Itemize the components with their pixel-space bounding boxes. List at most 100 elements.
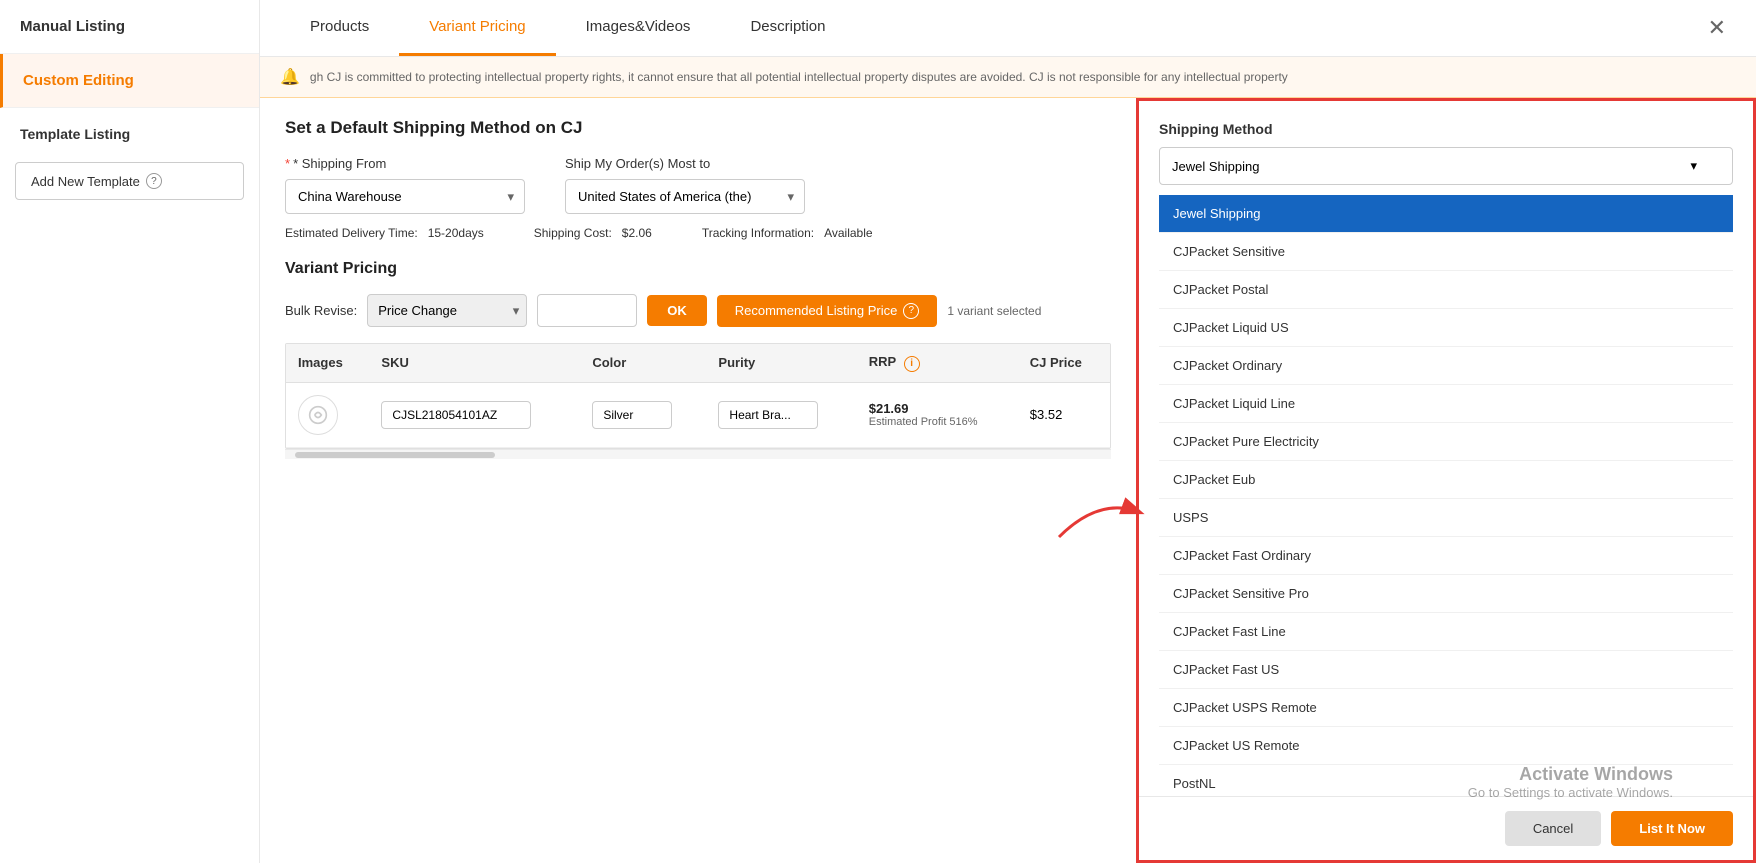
sidebar-item-custom-editing[interactable]: Custom Editing [0, 54, 259, 108]
variant-pricing-title: Variant Pricing [285, 260, 1111, 278]
help-icon: ? [146, 173, 162, 189]
rrp-info-icon: i [904, 356, 920, 372]
shipping-info-row: Estimated Delivery Time: 15-20days Shipp… [285, 226, 1111, 240]
tab-description[interactable]: Description [720, 0, 855, 56]
profit-text: Estimated Profit 516% [869, 416, 1006, 428]
price-change-dropdown-wrapper: Price Change ▾ [367, 294, 527, 327]
bulk-revise-row: Bulk Revise: Price Change ▾ OK Recommend… [285, 294, 1111, 327]
shipping-method-dropdown-list: Jewel ShippingCJPacket SensitiveCJPacket… [1159, 195, 1733, 796]
ship-to-value: United States of America (the) [578, 189, 751, 204]
shipping-from-label: ** Shipping From [285, 156, 525, 171]
dropdown-item-cjpacket_eub[interactable]: CJPacket Eub [1159, 461, 1733, 499]
sku-input[interactable] [381, 401, 531, 429]
tab-images-videos[interactable]: Images&Videos [556, 0, 721, 56]
dropdown-item-usps[interactable]: USPS [1159, 499, 1733, 537]
scrollbar-thumb[interactable] [295, 452, 495, 458]
shipping-from-dropdown-wrapper: China Warehouse ▾ [285, 179, 525, 214]
table-row: $21.69 Estimated Profit 516% $3.52 [286, 382, 1110, 447]
tab-products[interactable]: Products [280, 0, 399, 56]
content-area: Products Variant Pricing Images&Videos D… [260, 0, 1756, 863]
rrp-value: $21.69 [869, 401, 1006, 416]
ship-to-dropdown[interactable]: United States of America (the) ▾ [565, 179, 805, 214]
th-color: Color [580, 344, 706, 382]
estimated-delivery-label: Estimated Delivery Time: [285, 226, 418, 240]
dropdown-item-cjpacket_liquid_us[interactable]: CJPacket Liquid US [1159, 309, 1733, 347]
ok-button[interactable]: OK [647, 295, 707, 326]
dropdown-item-postnl[interactable]: PostNL [1159, 765, 1733, 796]
variant-table: Images SKU Color Purity RRP i CJ Price [286, 344, 1110, 448]
warning-text: gh CJ is committed to protecting intelle… [310, 70, 1288, 84]
variant-selected-count: 1 variant selected [947, 304, 1041, 318]
cj-price-value: $3.52 [1030, 407, 1063, 422]
right-panel: Shipping Method Jewel Shipping ▾ Jewel S… [1136, 98, 1756, 863]
add-new-template-text: Add New Template [31, 174, 140, 189]
shipping-cost-label: Shipping Cost: [534, 226, 612, 240]
warning-banner: 🔔 gh CJ is committed to protecting intel… [260, 57, 1756, 98]
dropdown-arrow-to-icon: ▾ [787, 189, 794, 205]
th-rrp: RRP i [857, 344, 1018, 382]
dropdown-item-cjpacket_sensitive_pro[interactable]: CJPacket Sensitive Pro [1159, 575, 1733, 613]
close-button[interactable]: ✕ [1698, 5, 1736, 51]
dropdown-item-cjpacket_us_remote[interactable]: CJPacket US Remote [1159, 727, 1733, 765]
shipping-method-header: Shipping Method [1139, 101, 1753, 147]
purity-input[interactable] [718, 401, 818, 429]
dropdown-item-cjpacket_usps_remote[interactable]: CJPacket USPS Remote [1159, 689, 1733, 727]
shipping-method-arrow-icon: ▾ [1690, 158, 1697, 174]
dropdown-arrow-icon: ▾ [507, 189, 514, 205]
variant-table-wrapper: Images SKU Color Purity RRP i CJ Price [285, 343, 1111, 449]
dropdown-item-cjpacket_postal[interactable]: CJPacket Postal [1159, 271, 1733, 309]
dropdown-item-cjpacket_ordinary[interactable]: CJPacket Ordinary [1159, 347, 1733, 385]
product-image-placeholder [298, 395, 338, 435]
warning-icon: 🔔 [280, 67, 300, 87]
cancel-button[interactable]: Cancel [1505, 811, 1601, 846]
color-input[interactable] [592, 401, 672, 429]
shipping-from-dropdown[interactable]: China Warehouse ▾ [285, 179, 525, 214]
dropdown-item-cjpacket_liquid_line[interactable]: CJPacket Liquid Line [1159, 385, 1733, 423]
th-purity: Purity [706, 344, 856, 382]
top-nav: Products Variant Pricing Images&Videos D… [260, 0, 1756, 57]
shipping-section-title: Set a Default Shipping Method on CJ [285, 118, 1111, 138]
tracking-label: Tracking Information: [702, 226, 814, 240]
custom-editing-label: Custom Editing [23, 72, 134, 89]
dropdown-item-cjpacket_fast_us[interactable]: CJPacket Fast US [1159, 651, 1733, 689]
cell-color [580, 382, 706, 447]
th-cj-price: CJ Price [1018, 344, 1110, 382]
tab-variant-pricing[interactable]: Variant Pricing [399, 0, 555, 56]
table-header-row: Images SKU Color Purity RRP i CJ Price [286, 344, 1110, 382]
cell-sku [369, 382, 580, 447]
shipping-cost-value: $2.06 [622, 226, 652, 240]
manual-listing-label: Manual Listing [20, 18, 125, 35]
shipping-method-select-wrapper: Jewel Shipping ▾ [1139, 147, 1753, 195]
dropdown-item-cjpacket_fast_line[interactable]: CJPacket Fast Line [1159, 613, 1733, 651]
dropdown-item-cjpacket_sensitive[interactable]: CJPacket Sensitive [1159, 233, 1733, 271]
cell-cj-price: $3.52 [1018, 382, 1110, 447]
ship-to-dropdown-wrapper: United States of America (the) ▾ [565, 179, 805, 214]
table-scrollbar[interactable] [285, 449, 1111, 459]
nav-tabs: Products Variant Pricing Images&Videos D… [280, 0, 855, 56]
th-images: Images [286, 344, 369, 382]
tracking-value: Available [824, 226, 872, 240]
add-new-template-button[interactable]: Add New Template ? [15, 162, 244, 200]
estimated-delivery-value: 15-20days [428, 226, 484, 240]
recommended-help-icon: ? [903, 303, 919, 319]
template-listing-label: Template Listing [0, 108, 259, 152]
shipping-method-select-box[interactable]: Jewel Shipping ▾ [1159, 147, 1733, 185]
price-input[interactable] [537, 294, 637, 327]
dropdown-item-jewel_shipping[interactable]: Jewel Shipping [1159, 195, 1733, 233]
price-change-select[interactable]: Price Change [367, 294, 527, 327]
dropdown-item-cjpacket_pure_electricity[interactable]: CJPacket Pure Electricity [1159, 423, 1733, 461]
cell-rrp: $21.69 Estimated Profit 516% [857, 382, 1018, 447]
cell-image [286, 382, 369, 447]
cell-purity [706, 382, 856, 447]
th-sku: SKU [369, 344, 580, 382]
recommended-listing-price-button[interactable]: Recommended Listing Price ? [717, 295, 938, 327]
list-it-now-button[interactable]: List It Now [1611, 811, 1733, 846]
sidebar-item-manual-listing[interactable]: Manual Listing [0, 0, 259, 54]
shipping-from-value: China Warehouse [298, 189, 402, 204]
main-content: Set a Default Shipping Method on CJ ** S… [260, 98, 1136, 863]
dropdown-item-cjpacket_fast_ordinary[interactable]: CJPacket Fast Ordinary [1159, 537, 1733, 575]
shipping-from-row: ** Shipping From China Warehouse ▾ Ship … [285, 156, 1111, 214]
bottom-buttons: Cancel List It Now [1139, 796, 1753, 860]
bulk-revise-label: Bulk Revise: [285, 303, 357, 318]
ship-to-label: Ship My Order(s) Most to [565, 156, 805, 171]
